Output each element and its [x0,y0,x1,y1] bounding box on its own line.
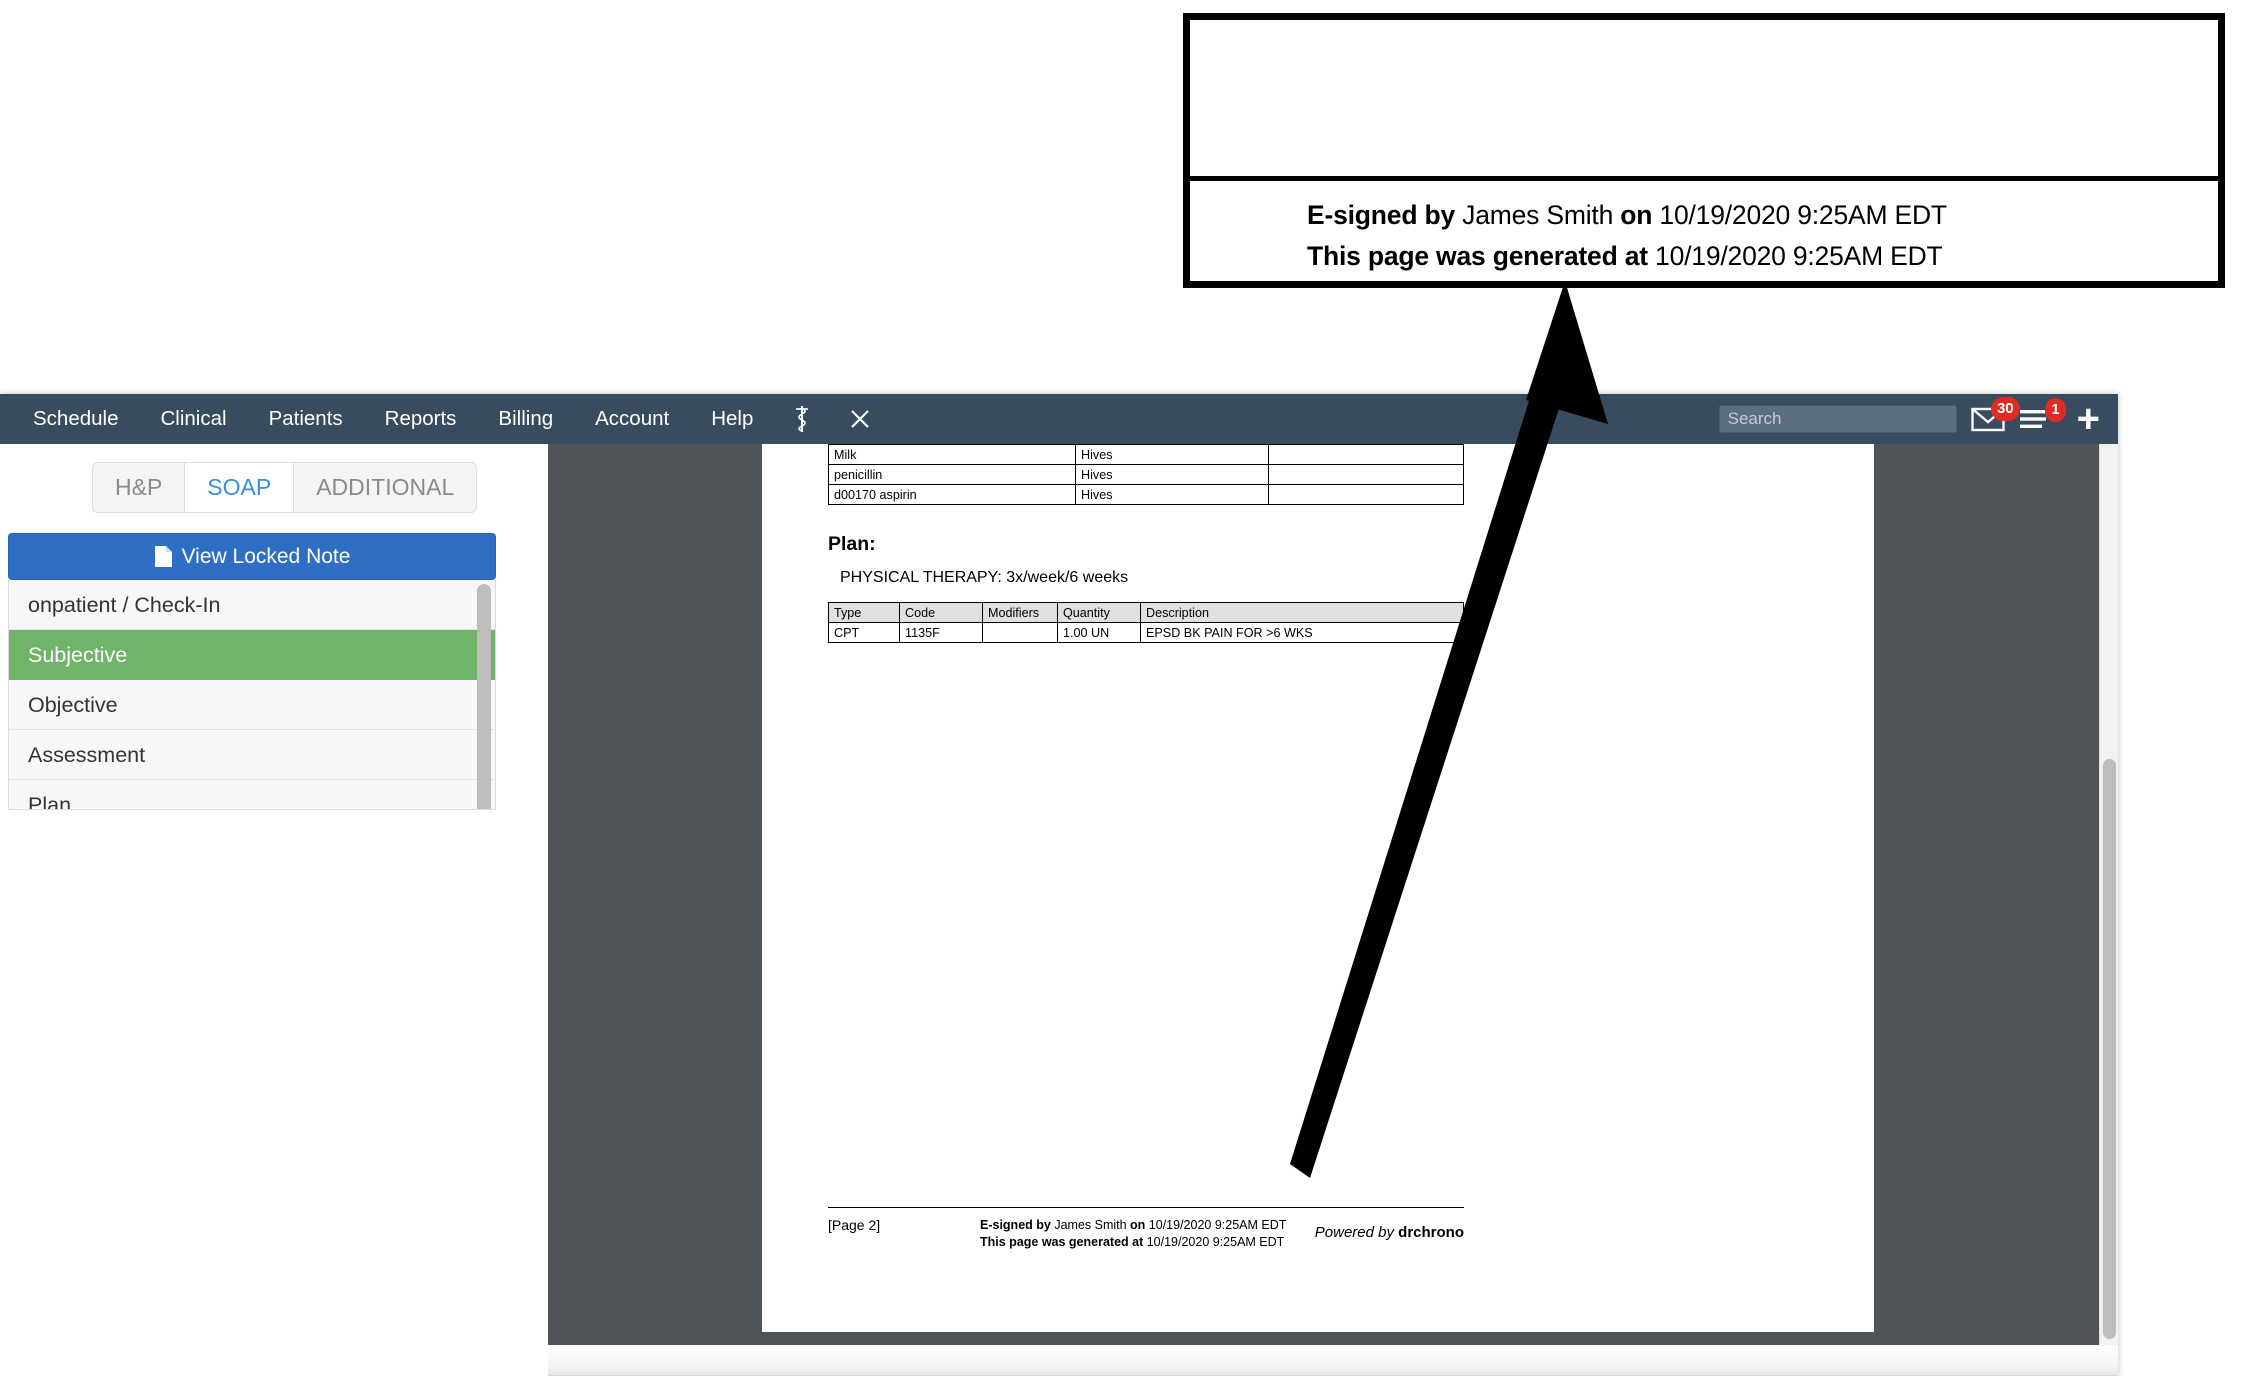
callout-esigned-line: E-signed by James Smith on 10/19/2020 9:… [1190,195,2218,236]
column-header-modifiers: Modifiers [982,602,1058,623]
note-section-list: onpatient / Check-In Subjective Objectiv… [8,580,496,810]
column-header-quantity: Quantity [1057,602,1141,623]
messages-badge: 30 [1990,397,2020,421]
document-footer: [Page 2] E-signed by James Smith on 10/1… [828,1207,1464,1251]
allergy-reaction: Hives [1075,464,1269,485]
allergy-extra [1268,484,1464,505]
tasks-badge: 1 [2045,398,2066,422]
table-row: Milk Hives [828,444,1464,465]
caduceus-icon[interactable] [774,394,830,444]
pdf-page: Milk Hives penicillin Hives d00170 aspir… [762,444,1874,1332]
callout-generated-line: This page was generated at 10/19/2020 9:… [1190,236,2218,277]
view-locked-note-button[interactable]: View Locked Note [8,533,496,580]
signature-block: E-signed by James Smith on 10/19/2020 9:… [980,1217,1315,1251]
tasks-menu-button[interactable]: 1 [2019,398,2066,431]
billing-codes-table: Type Code Modifiers Quantity Description… [828,602,1464,643]
messages-button[interactable]: 30 [1970,397,2020,432]
callout-esigned-label: E-signed by [1307,200,1455,230]
column-header-code: Code [899,602,983,623]
billing-type: CPT [828,622,900,643]
nav-item-patients[interactable]: Patients [248,394,364,444]
sidebar-item-objective[interactable]: Objective [9,680,495,730]
esigned-on-label: on [1130,1218,1146,1232]
search-input[interactable] [1718,405,1957,433]
drchrono-brand: drchrono [1398,1224,1464,1241]
callout-esigned-name: James Smith [1455,200,1621,230]
nav-item-billing[interactable]: Billing [477,394,574,444]
table-row: penicillin Hives [828,464,1464,485]
nav-item-clinical[interactable]: Clinical [139,394,247,444]
page-number-label: [Page 2] [828,1217,881,1233]
pdf-viewer: Milk Hives penicillin Hives d00170 aspir… [548,444,2118,1345]
generated-datetime: 10/19/2020 9:25AM EDT [1143,1235,1285,1249]
sidebar-item-subjective[interactable]: Subjective [9,630,495,680]
callout-lower-region: E-signed by James Smith on 10/19/2020 9:… [1190,181,2218,281]
generated-label: This page was generated at [980,1235,1144,1249]
allergies-table: Milk Hives penicillin Hives d00170 aspir… [828,444,1464,505]
allergy-reaction: Hives [1075,444,1269,465]
powered-by-label: Powered by drchrono [1315,1217,1464,1241]
allergy-name: Milk [828,444,1076,465]
callout-esigned-datetime: 10/19/2020 9:25AM EDT [1652,200,1947,230]
sidebar-item-assessment[interactable]: Assessment [9,730,495,780]
nav-item-schedule[interactable]: Schedule [12,394,139,444]
zoom-callout-box: E-signed by James Smith on 10/19/2020 9:… [1183,13,2225,288]
nav-right-cluster: 30 1 + [1718,394,2118,444]
billing-code: 1135F [899,622,983,643]
callout-generated-datetime: 10/19/2020 9:25AM EDT [1647,241,1943,271]
note-type-tabs: H&P SOAP ADDITIONAL [92,462,478,513]
nav-item-account[interactable]: Account [574,394,690,444]
sidebar-item-plan[interactable]: Plan [9,780,495,809]
generated-line: This page was generated at 10/19/2020 9:… [980,1234,1315,1251]
sidebar-scrollbar-thumb[interactable] [477,584,491,809]
column-header-description: Description [1140,602,1464,623]
allergy-name: penicillin [828,464,1076,485]
allergy-extra [1268,444,1464,465]
app-window: Schedule Clinical Patients Reports Billi… [0,394,2118,1376]
view-locked-note-label: View Locked Note [181,544,351,568]
allergy-reaction: Hives [1075,484,1269,505]
top-navigation-bar: Schedule Clinical Patients Reports Billi… [0,394,2118,444]
tab-hp[interactable]: H&P [93,463,186,512]
esigned-name: James Smith [1050,1218,1131,1232]
pdf-scrollbar-thumb[interactable] [2103,759,2116,1339]
billing-description: EPSD BK PAIN FOR >6 WKS [1140,622,1464,643]
plan-text: PHYSICAL THERAPY: 3x/week/6 weeks [840,569,1129,586]
allergy-name: d00170 aspirin [828,484,1076,505]
billing-modifiers [982,622,1058,643]
esigned-line: E-signed by James Smith on 10/19/2020 9:… [980,1217,1315,1234]
callout-upper-region [1190,20,2218,181]
nav-item-help[interactable]: Help [690,394,774,444]
sidebar-item-onpatient-checkin[interactable]: onpatient / Check-In [9,580,495,630]
callout-esigned-on-label: on [1620,200,1653,230]
note-sidebar: H&P SOAP ADDITIONAL View Locked Note onp… [0,444,548,1376]
table-header-row: Type Code Modifiers Quantity Description [828,602,1464,623]
nav-item-reports[interactable]: Reports [364,394,478,444]
allergy-extra [1268,464,1464,485]
table-row: d00170 aspirin Hives [828,484,1464,505]
table-row: CPT 1135F 1.00 UN EPSD BK PAIN FOR >6 WK… [828,622,1464,643]
document-icon [154,546,172,567]
column-header-type: Type [828,602,900,623]
add-new-icon[interactable]: + [2077,399,2100,439]
close-icon[interactable] [830,394,890,444]
esigned-datetime: 10/19/2020 9:25AM EDT [1145,1218,1287,1232]
tab-additional[interactable]: ADDITIONAL [294,463,477,512]
powered-by-text: Powered by [1314,1224,1399,1241]
pdf-scrollbar-track[interactable] [2099,444,2118,1345]
esigned-label: E-signed by [980,1218,1051,1232]
callout-generated-label: This page was generated at [1307,241,1648,271]
billing-quantity: 1.00 UN [1057,622,1141,643]
tab-soap[interactable]: SOAP [185,463,295,512]
plan-heading: Plan: [828,533,876,555]
